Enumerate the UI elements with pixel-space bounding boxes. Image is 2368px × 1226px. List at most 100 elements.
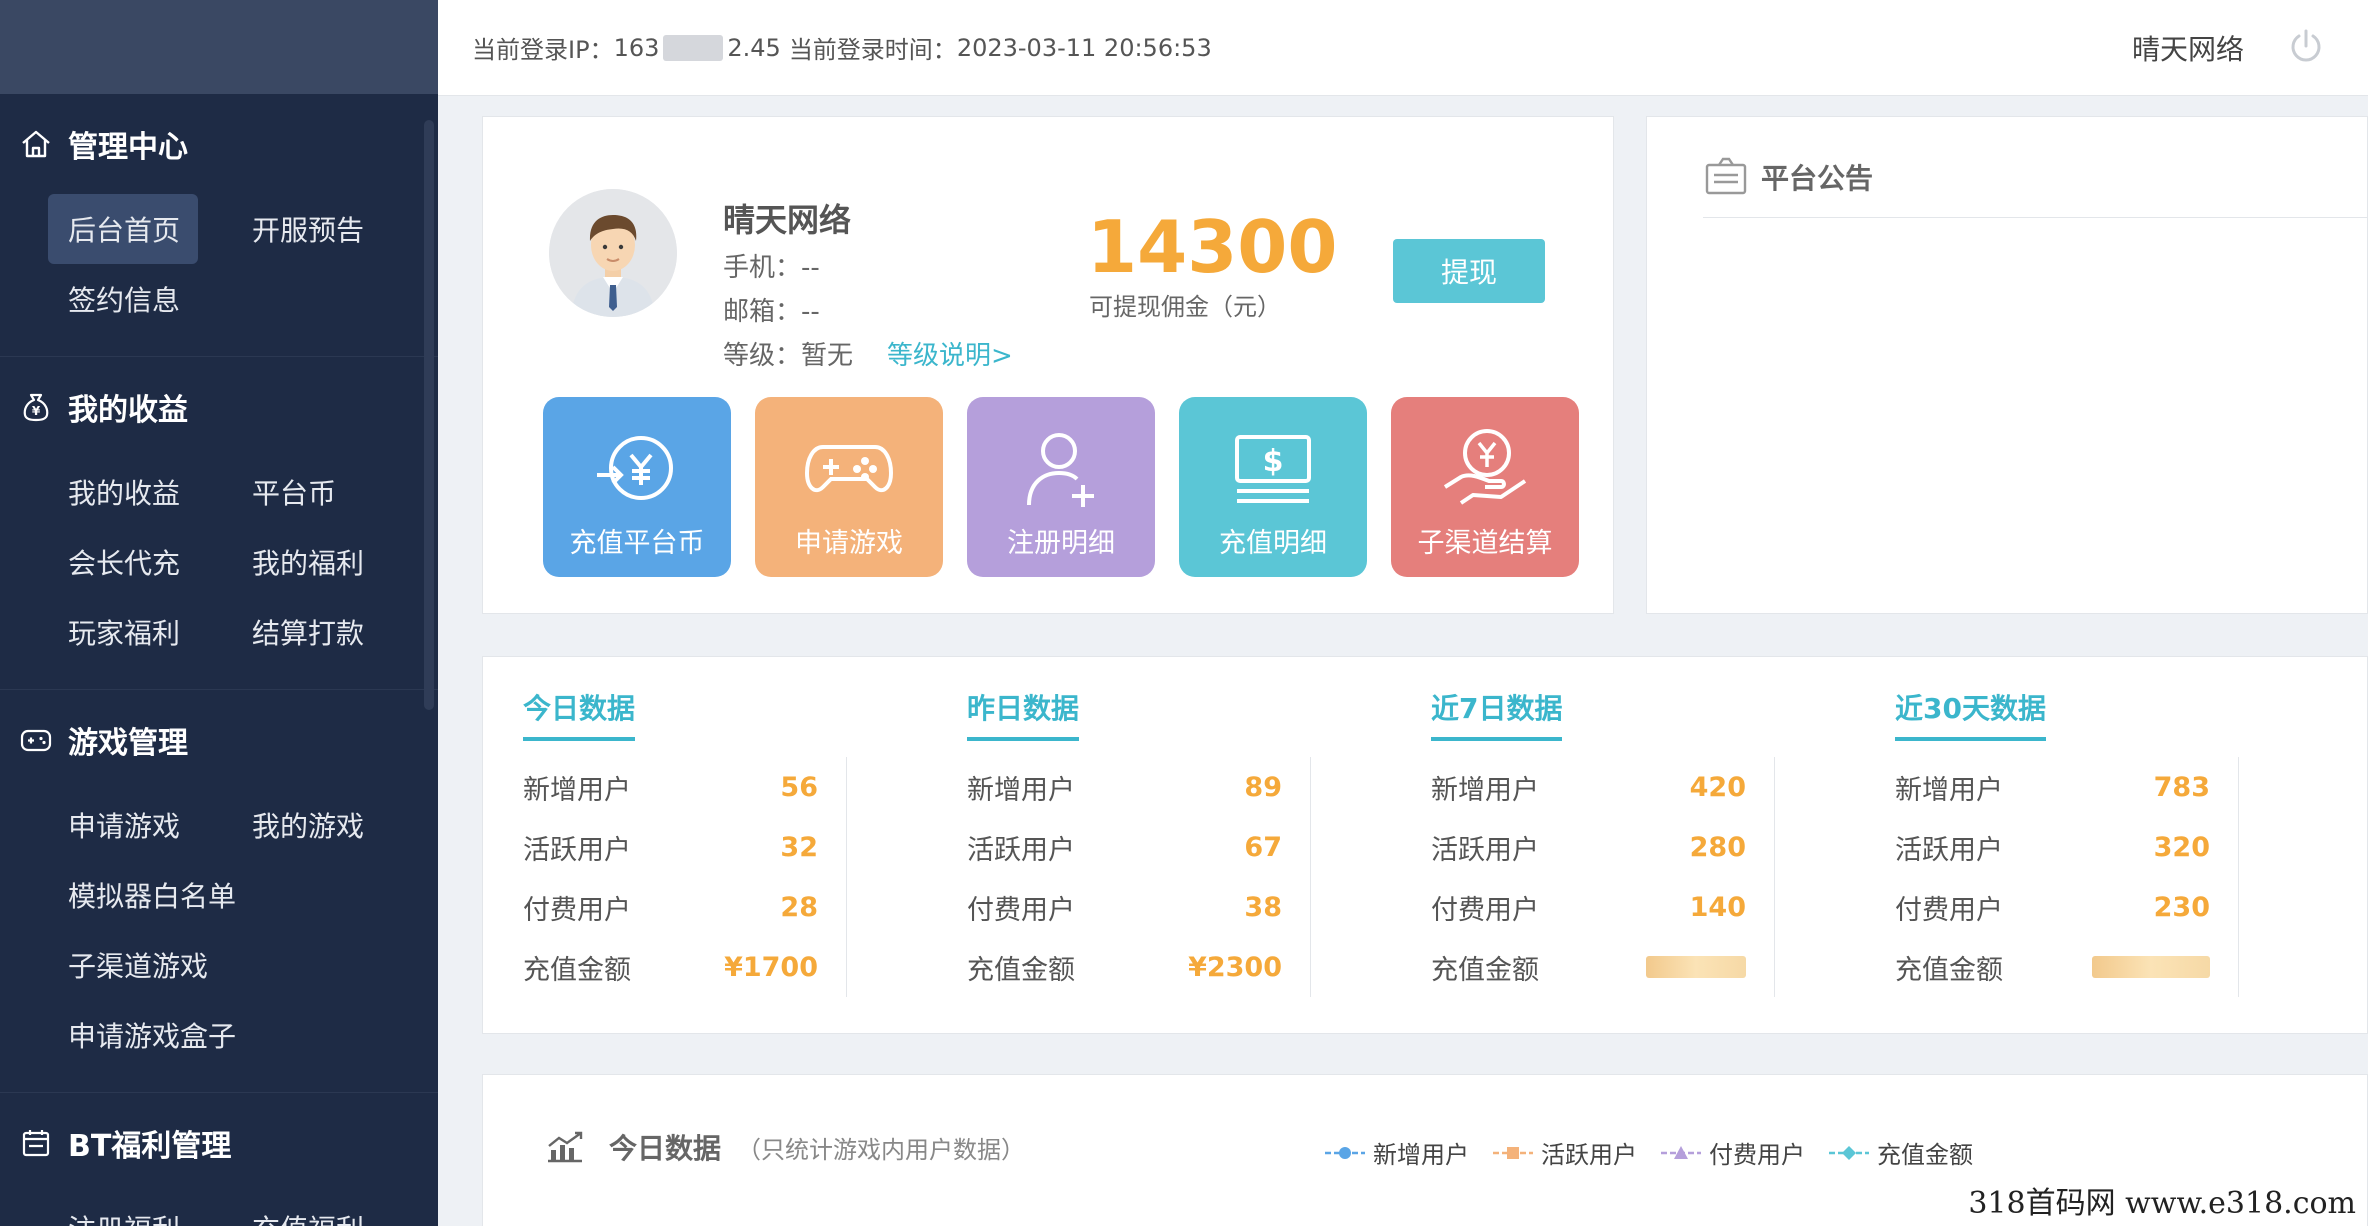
- svg-text:¥: ¥: [32, 404, 41, 418]
- sidebar-section-header[interactable]: ¥ 我的收益: [0, 357, 438, 457]
- legend-recharge-amount[interactable]: 充值金额: [1827, 1135, 1973, 1170]
- tile-subchannel-settlement[interactable]: 子渠道结算: [1391, 397, 1579, 577]
- sidebar-item-contract[interactable]: 签约信息: [48, 264, 232, 334]
- stats-value: ¥1700: [724, 951, 818, 983]
- legend-new-users[interactable]: 新增用户: [1323, 1135, 1469, 1170]
- calendar-icon: [18, 1125, 54, 1161]
- chart-title: 今日数据 （只统计游戏内用户数据）: [545, 1127, 1025, 1167]
- legend-label: 充值金额: [1877, 1141, 1973, 1169]
- stats-value: 67: [1244, 831, 1282, 863]
- stats-row: 充值金额: [1895, 937, 2210, 997]
- profile-level: 等级：暂无: [723, 341, 854, 371]
- level-info-link[interactable]: 等级说明>: [887, 341, 1013, 371]
- sidebar-item-apply-game-box[interactable]: 申请游戏盒子: [48, 1000, 416, 1070]
- stats-row: 充值金额: [1431, 937, 1746, 997]
- stats-label: 充值金额: [523, 954, 631, 986]
- sidebar-item-my-welfare[interactable]: 我的福利: [232, 527, 416, 597]
- tile-apply-game[interactable]: 申请游戏: [755, 397, 943, 577]
- notice-board-icon: [1705, 157, 1747, 197]
- tile-label: 子渠道结算: [1417, 528, 1553, 559]
- tile-label: 充值明细: [1219, 528, 1327, 559]
- sidebar-section-title: 游戏管理: [68, 726, 188, 761]
- sidebar-item-server-preview[interactable]: 开服预告: [232, 194, 416, 264]
- stats-last-7-days: 近7日数据 新增用户 420 活跃用户 280 付费用户 140 充值金额: [1431, 687, 1775, 997]
- gamepad-icon: [804, 445, 894, 493]
- header-user-name[interactable]: 晴天网络: [2132, 28, 2244, 68]
- power-icon[interactable]: [2286, 26, 2326, 66]
- stats-label: 活跃用户: [1895, 834, 2003, 866]
- redacted-ip: [663, 34, 724, 61]
- sidebar-section-header[interactable]: BT福利管理: [0, 1093, 438, 1193]
- tile-recharge-details[interactable]: $ 充值明细: [1179, 397, 1367, 577]
- sidebar-item-player-welfare[interactable]: 玩家福利: [48, 597, 232, 667]
- stats-label: 新增用户: [1431, 774, 1539, 806]
- withdraw-button[interactable]: 提现: [1393, 239, 1545, 303]
- stats-label: 充值金额: [1431, 954, 1539, 986]
- legend-active-users[interactable]: 活跃用户: [1491, 1135, 1637, 1170]
- stats-row: 充值金额 ¥1700: [523, 937, 818, 997]
- stats-label: 活跃用户: [1431, 834, 1539, 866]
- yen-transfer-icon: [597, 436, 673, 500]
- sidebar-section-management: 管理中心 后台首页 开服预告 签约信息: [0, 94, 438, 357]
- login-ip-label: 当前登录IP：: [472, 36, 614, 64]
- watermark: 318首码网 www.e318.com: [1964, 1178, 2360, 1222]
- sidebar-item-settlement[interactable]: 结算打款: [232, 597, 416, 667]
- sidebar-section-title: 管理中心: [68, 130, 188, 165]
- legend-circle-marker-icon: [1325, 1146, 1365, 1159]
- stats-column-title[interactable]: 今日数据: [523, 687, 636, 741]
- stats-value: 89: [1244, 771, 1282, 803]
- sidebar-item-my-games[interactable]: 我的游戏: [232, 790, 416, 860]
- sidebar-item-emulator-whitelist[interactable]: 模拟器白名单: [48, 860, 416, 930]
- gamepad-icon: [18, 722, 54, 758]
- sidebar-section-header[interactable]: 游戏管理: [0, 690, 438, 790]
- stats-column-title[interactable]: 昨日数据: [967, 687, 1080, 741]
- add-user-icon: [1027, 433, 1094, 507]
- stats-label: 付费用户: [967, 894, 1075, 926]
- sidebar-item-platform-coin[interactable]: 平台币: [232, 457, 416, 527]
- sidebar-item-register-welfare[interactable]: 注册福利: [48, 1193, 232, 1226]
- sidebar-item-recharge-welfare[interactable]: 充值福利: [232, 1193, 416, 1226]
- stats-row: 充值金额 ¥2300: [967, 937, 1282, 997]
- sidebar-item-home[interactable]: 后台首页: [48, 194, 198, 264]
- sidebar-item-my-earnings[interactable]: 我的收益: [48, 457, 232, 527]
- top-header: 当前登录IP： 163 2.45 当前登录时间： 2023-03-11 20:5…: [438, 0, 2368, 96]
- sidebar-item-subchannel-games[interactable]: 子渠道游戏: [48, 930, 416, 1000]
- redacted-value: [1646, 956, 1746, 978]
- stats-column-title[interactable]: 近30天数据: [1895, 687, 2046, 741]
- sidebar-section-games: 游戏管理 申请游戏 我的游戏 模拟器白名单 子渠道游戏 申请游戏盒子: [0, 690, 438, 1093]
- legend-paying-users[interactable]: 付费用户: [1659, 1135, 1805, 1170]
- notice-title: 平台公告: [1705, 157, 1873, 197]
- stats-row: 新增用户 420: [1431, 757, 1746, 817]
- stats-row: 活跃用户 32: [523, 817, 818, 877]
- stats-rows: 新增用户 89 活跃用户 67 付费用户 38 充值金额 ¥2300: [967, 757, 1311, 997]
- stats-value: 28: [780, 891, 818, 923]
- sidebar-scrollbar[interactable]: [424, 120, 434, 710]
- stats-label: 付费用户: [1431, 894, 1539, 926]
- money-bag-icon: ¥: [18, 389, 54, 425]
- stats-row: 活跃用户 320: [1895, 817, 2210, 877]
- login-time: 2023-03-11 20:56:53: [956, 33, 1212, 62]
- tile-label: 充值平台币: [569, 528, 705, 559]
- sidebar-section-bt-welfare: BT福利管理 注册福利 充值福利: [0, 1093, 438, 1226]
- stats-value: 230: [2153, 891, 2210, 923]
- legend-diamond-marker-icon: [1829, 1145, 1869, 1160]
- stats-column-title[interactable]: 近7日数据: [1431, 687, 1563, 741]
- sidebar-section-earnings: ¥ 我的收益 我的收益 平台币 会长代充 我的福利 玩家福利 结算打款: [0, 357, 438, 690]
- stats-value: 320: [2153, 831, 2210, 863]
- tile-label: 申请游戏: [795, 528, 903, 559]
- tile-recharge-platform-coin[interactable]: 充值平台币: [543, 397, 731, 577]
- stats-value: ¥2300: [1188, 951, 1282, 983]
- stats-label: 活跃用户: [967, 834, 1075, 866]
- sidebar-section-header[interactable]: 管理中心: [0, 94, 438, 194]
- sidebar-item-leader-recharge[interactable]: 会长代充: [48, 527, 232, 597]
- yen-hand-icon: [1443, 429, 1527, 505]
- stats-value: 420: [1689, 771, 1746, 803]
- stats-label: 付费用户: [523, 894, 631, 926]
- chart-title-text: 今日数据: [609, 1132, 722, 1165]
- sidebar-section-title: BT福利管理: [68, 1129, 232, 1164]
- tile-register-details[interactable]: 注册明细: [967, 397, 1155, 577]
- stats-last-30-days: 近30天数据 新增用户 783 活跃用户 320 付费用户 230 充值金额: [1895, 687, 2239, 997]
- stats-row: 活跃用户 280: [1431, 817, 1746, 877]
- legend-square-marker-icon: [1493, 1146, 1533, 1159]
- sidebar-item-apply-game[interactable]: 申请游戏: [48, 790, 232, 860]
